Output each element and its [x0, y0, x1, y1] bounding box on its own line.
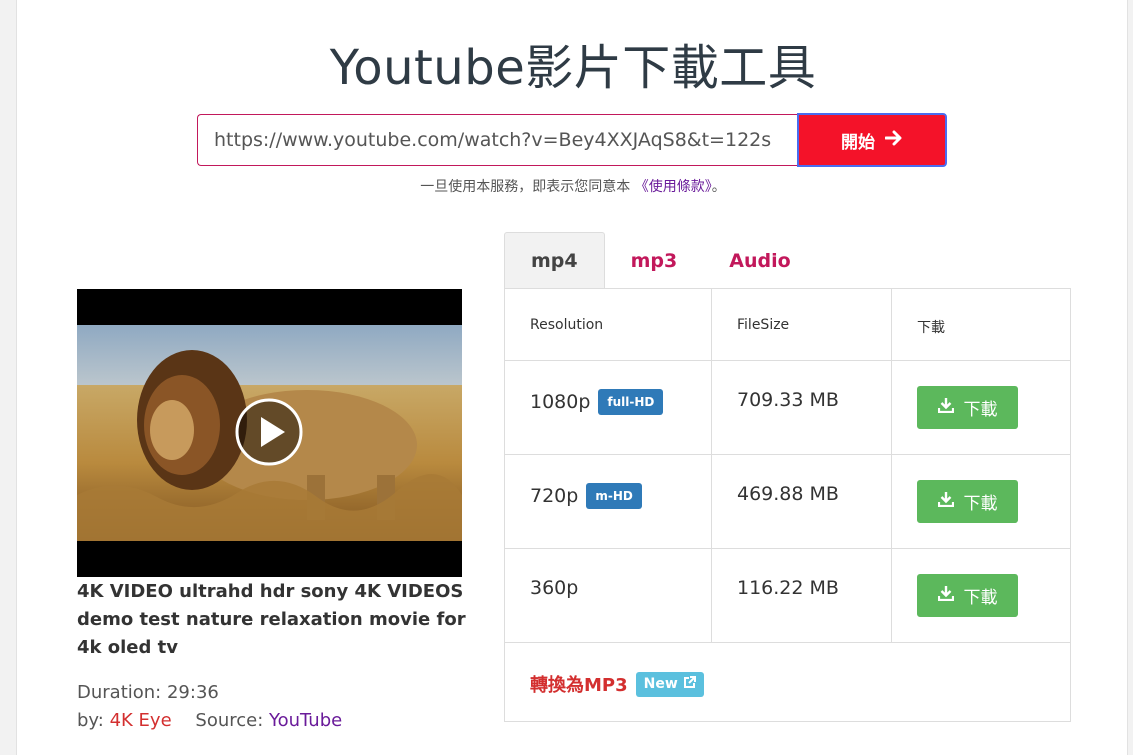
- mp3-convert-row: 轉換為MP3 New: [505, 643, 1070, 721]
- table-row: 360p 116.22 MB 下載: [505, 549, 1070, 643]
- by-label: by:: [77, 710, 104, 731]
- duration-label: Duration:: [77, 682, 162, 703]
- download-icon: [937, 491, 954, 512]
- page-container: Youtube影片下載工具 開始 一旦使用本服務，即表示您同意本 《使用條款》。: [16, 0, 1128, 755]
- video-duration: Duration: 29:36: [77, 682, 219, 703]
- file-size: 709.33 MB: [737, 389, 839, 411]
- download-button-label: 下載: [963, 588, 998, 608]
- terms-notice: 一旦使用本服務，即表示您同意本 《使用條款》。: [17, 176, 1129, 196]
- start-button-label: 開始: [841, 132, 875, 153]
- arrow-right-icon: [884, 130, 903, 151]
- file-size: 116.22 MB: [737, 577, 839, 599]
- download-button-1080p[interactable]: 下載: [917, 386, 1018, 429]
- external-link-icon: [683, 675, 696, 693]
- terms-text: 一旦使用本服務，即表示您同意本: [420, 179, 635, 195]
- resolution-value: 360p: [530, 577, 579, 599]
- source-label: Source:: [195, 710, 264, 731]
- convert-mp3-link[interactable]: 轉換為MP3 New: [530, 671, 704, 697]
- tab-mp3[interactable]: mp3: [605, 232, 704, 289]
- table-row: 1080p full-HD 709.33 MB 下載: [505, 361, 1070, 455]
- quality-badge: full-HD: [598, 389, 664, 415]
- quality-badge: m-HD: [586, 483, 642, 509]
- tab-audio[interactable]: Audio: [703, 232, 816, 289]
- download-icon: [937, 397, 954, 418]
- header-filesize: FileSize: [737, 317, 790, 333]
- new-badge: New: [635, 671, 704, 697]
- download-button-label: 下載: [963, 400, 998, 420]
- tab-mp4[interactable]: mp4: [504, 232, 605, 289]
- header-download: 下載: [917, 320, 945, 336]
- video-thumbnail[interactable]: [77, 289, 462, 577]
- author-link[interactable]: 4K Eye: [110, 710, 172, 731]
- video-title: 4K VIDEO ultrahd hdr sony 4K VIDEOS demo…: [77, 581, 466, 658]
- terms-suffix: 。: [711, 179, 726, 195]
- download-icon: [937, 585, 954, 606]
- table-row: 720p m-HD 469.88 MB 下載: [505, 455, 1070, 549]
- download-button-label: 下載: [963, 494, 998, 514]
- duration-value: 29:36: [166, 682, 219, 703]
- table-header-row: Resolution FileSize 下載: [505, 289, 1070, 361]
- terms-link[interactable]: 《使用條款》: [635, 179, 712, 195]
- video-author-source: by: 4K Eye Source: YouTube: [77, 710, 342, 731]
- download-table: Resolution FileSize 下載 1080p full-HD 709.…: [504, 288, 1071, 722]
- source-link[interactable]: YouTube: [269, 710, 342, 731]
- start-button[interactable]: 開始: [797, 113, 947, 167]
- header-resolution: Resolution: [530, 317, 604, 333]
- convert-mp3-label: 轉換為MP3: [530, 675, 628, 696]
- page-title: Youtube影片下載工具: [329, 40, 817, 96]
- file-size: 469.88 MB: [737, 483, 839, 505]
- play-icon[interactable]: [234, 397, 304, 467]
- download-button-720p[interactable]: 下載: [917, 480, 1018, 523]
- resolution-value: 1080p: [530, 391, 591, 413]
- format-tabs: mp4 mp3 Audio: [504, 232, 817, 289]
- new-badge-label: New: [643, 676, 678, 692]
- download-button-360p[interactable]: 下載: [917, 574, 1018, 617]
- url-input[interactable]: [197, 114, 797, 166]
- resolution-value: 720p: [530, 485, 579, 507]
